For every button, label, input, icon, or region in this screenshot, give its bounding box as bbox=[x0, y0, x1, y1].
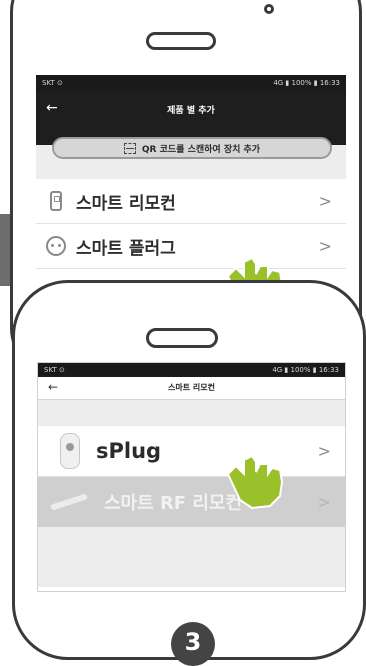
camera-dot bbox=[264, 4, 274, 14]
status-bar: SKT ⊙ 4G ▮ 100% ▮ 16:33 bbox=[36, 75, 346, 91]
splug-icon bbox=[60, 433, 80, 469]
plug-icon bbox=[46, 236, 66, 256]
list-item-rf-remote[interactable]: 스마트 RF 리모컨 > bbox=[38, 477, 345, 527]
chevron-right-icon: > bbox=[318, 191, 332, 211]
status-right: 4G ▮ 100% ▮ 16:33 bbox=[272, 366, 339, 374]
speaker-back bbox=[146, 32, 216, 50]
status-bar: SKT ⊙ 4G ▮ 100% ▮ 16:33 bbox=[38, 363, 345, 377]
list-item-smart-plug[interactable]: 스마트 플러그 > bbox=[36, 224, 346, 269]
empty-area bbox=[38, 527, 345, 587]
remote-icon bbox=[50, 191, 62, 211]
list-item-label: 스마트 플러그 bbox=[76, 238, 176, 259]
speaker-front bbox=[146, 328, 218, 348]
qr-scan-icon bbox=[123, 142, 136, 154]
carrier-label: SKT ⊙ bbox=[44, 366, 65, 374]
page-title: 스마트 리모컨 bbox=[168, 383, 215, 392]
status-right: 4G ▮ 100% ▮ 16:33 bbox=[273, 79, 340, 87]
chevron-right-icon: > bbox=[318, 236, 332, 256]
page-title: 제품 별 추가 bbox=[167, 106, 215, 116]
app-bar: ← 스마트 리모컨 bbox=[38, 377, 345, 400]
carrier-label: SKT ⊙ bbox=[42, 79, 63, 87]
qr-scan-button[interactable]: QR 코드를 스캔하여 장치 추가 bbox=[52, 137, 332, 159]
qr-scan-label: QR 코드를 스캔하여 장치 추가 bbox=[141, 144, 261, 155]
section-gap bbox=[38, 400, 345, 426]
tap-hand-icon bbox=[226, 454, 284, 510]
screen-smart-remote: SKT ⊙ 4G ▮ 100% ▮ 16:33 ← 스마트 리모컨 sPlug … bbox=[37, 362, 346, 592]
step-number-badge: 3 bbox=[171, 622, 215, 666]
list-item-label: 스마트 리모컨 bbox=[76, 193, 176, 214]
screen-add-by-product: SKT ⊙ 4G ▮ 100% ▮ 16:33 ← 제품 별 추가 QR 코드를… bbox=[36, 75, 346, 290]
list-item-smart-remote[interactable]: 스마트 리모컨 > bbox=[36, 179, 346, 224]
chevron-right-icon: > bbox=[317, 441, 331, 461]
chevron-right-icon: > bbox=[317, 492, 331, 512]
list-item-splug[interactable]: sPlug > bbox=[38, 426, 345, 477]
list-item-label: sPlug bbox=[96, 439, 162, 463]
rf-remote-icon bbox=[50, 493, 88, 511]
